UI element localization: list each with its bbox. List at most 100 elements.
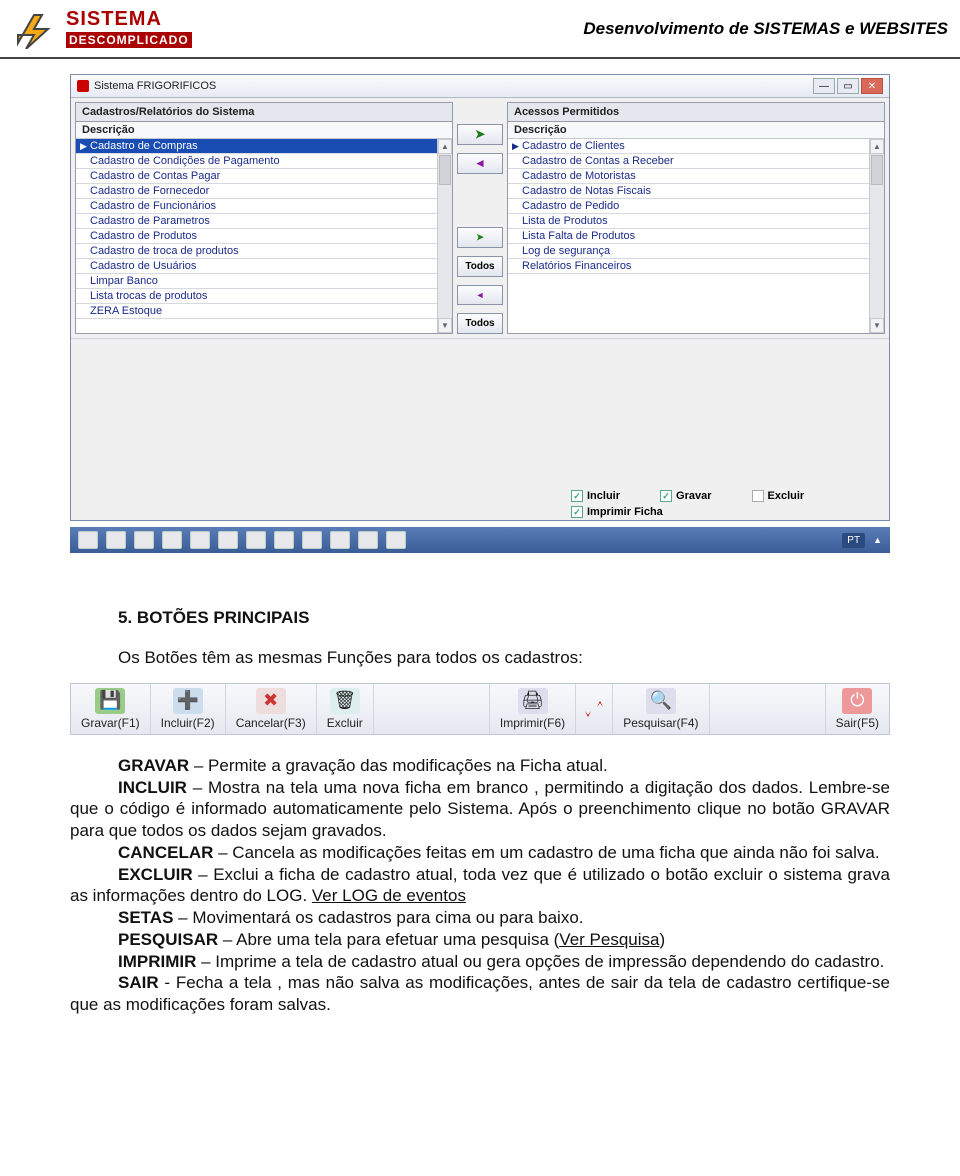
taskbar-icon[interactable] bbox=[78, 531, 98, 549]
list-item[interactable]: Lista de Produtos bbox=[508, 214, 869, 229]
list-item[interactable]: Limpar Banco bbox=[76, 274, 437, 289]
taskbar: PT ▲ bbox=[70, 527, 890, 553]
taskbar-icon[interactable] bbox=[106, 531, 126, 549]
check-excluir[interactable]: .Excluir bbox=[752, 490, 805, 502]
left-panel: Cadastros/Relatórios do Sistema Descriçã… bbox=[75, 102, 453, 334]
taskbar-icon[interactable] bbox=[358, 531, 378, 549]
logo-text: SISTEMA DESCOMPLICADO bbox=[66, 8, 192, 49]
app-icon bbox=[77, 80, 89, 92]
list-item[interactable]: Cadastro de Notas Fiscais bbox=[508, 184, 869, 199]
toolbar-excluir[interactable]: 🗑Excluir bbox=[317, 684, 374, 734]
button-toolbar: 💾Gravar(F1) ➕Incluir(F2) ✖Cancelar(F3) 🗑… bbox=[70, 683, 890, 735]
label-excluir: EXCLUIR bbox=[118, 865, 193, 884]
label-gravar: GRAVAR bbox=[118, 756, 189, 775]
toolbar-cancelar[interactable]: ✖Cancelar(F3) bbox=[226, 684, 317, 734]
logo-icon bbox=[12, 9, 60, 49]
toolbar-arrows[interactable] bbox=[576, 684, 613, 734]
list-item[interactable]: Log de segurança bbox=[508, 244, 869, 259]
link-log[interactable]: Ver LOG de eventos bbox=[312, 886, 466, 905]
section-heading: BOTÕES PRINCIPAIS bbox=[137, 608, 310, 627]
scroll-up-icon[interactable]: ▲ bbox=[870, 139, 884, 154]
remove-all-button[interactable]: ◄ bbox=[457, 285, 503, 306]
toolbar-sair[interactable]: ⏻Sair(F5) bbox=[826, 684, 889, 734]
list-item[interactable]: Cadastro de Fornecedor bbox=[76, 184, 437, 199]
list-item[interactable]: ▶Cadastro de Compras bbox=[76, 139, 437, 154]
taskbar-icon[interactable] bbox=[246, 531, 266, 549]
toolbar-excluir-label: Excluir bbox=[327, 716, 363, 730]
titlebar: Sistema FRIGORIFICOS — ▭ ✕ bbox=[71, 75, 889, 98]
toolbar-sair-label: Sair(F5) bbox=[836, 716, 879, 730]
taskbar-icon[interactable] bbox=[162, 531, 182, 549]
text-incluir: – Mostra na tela uma nova ficha em branc… bbox=[70, 778, 890, 841]
list-item[interactable]: Cadastro de Contas Pagar bbox=[76, 169, 437, 184]
list-item[interactable]: Lista Falta de Produtos bbox=[508, 229, 869, 244]
text-cancelar: – Cancela as modificações feitas em um c… bbox=[213, 843, 879, 862]
list-item[interactable]: ZERA Estoque bbox=[76, 304, 437, 319]
text-setas: – Movimentará os cadastros para cima ou … bbox=[173, 908, 583, 927]
list-item[interactable]: ▶Cadastro de Clientes bbox=[508, 139, 869, 154]
permission-checks: ✓Incluir ✓Gravar .Excluir bbox=[71, 488, 889, 504]
taskbar-icon[interactable] bbox=[386, 531, 406, 549]
toolbar-incluir-label: Incluir(F2) bbox=[161, 716, 215, 730]
header-title: Desenvolvimento de SISTEMAS e WEBSITES bbox=[583, 19, 948, 39]
list-item[interactable]: Cadastro de Parametros bbox=[76, 214, 437, 229]
check-incluir[interactable]: ✓Incluir bbox=[571, 490, 620, 502]
scroll-up-icon[interactable]: ▲ bbox=[438, 139, 452, 154]
list-item[interactable]: Cadastro de Condições de Pagamento bbox=[76, 154, 437, 169]
check-excluir-label: Excluir bbox=[768, 490, 805, 502]
list-item[interactable]: Cadastro de Motoristas bbox=[508, 169, 869, 184]
label-imprimir: IMPRIMIR bbox=[118, 952, 196, 971]
intro-text: Os Botões têm as mesmas Funções para tod… bbox=[118, 647, 890, 669]
list-item[interactable]: Relatórios Financeiros bbox=[508, 259, 869, 274]
remove-button[interactable]: ◄ bbox=[457, 153, 503, 174]
right-column-header: Descrição bbox=[508, 122, 884, 139]
add-all-button[interactable]: ➤ bbox=[457, 227, 503, 248]
todos-add-button[interactable]: Todos bbox=[457, 256, 503, 277]
list-item[interactable]: Cadastro de Contas a Receber bbox=[508, 154, 869, 169]
check-gravar[interactable]: ✓Gravar bbox=[660, 490, 711, 502]
label-pesquisar: PESQUISAR bbox=[118, 930, 218, 949]
text-gravar: – Permite a gravação das modificações na… bbox=[189, 756, 608, 775]
left-list[interactable]: ▶Cadastro de ComprasCadastro de Condiçõe… bbox=[76, 139, 437, 333]
check-imprimir[interactable]: ✓Imprimir Ficha bbox=[571, 506, 663, 518]
page-header: SISTEMA DESCOMPLICADO Desenvolvimento de… bbox=[0, 0, 960, 59]
close-button[interactable]: ✕ bbox=[861, 78, 883, 94]
scroll-thumb[interactable] bbox=[871, 155, 883, 185]
arrow-down-icon bbox=[584, 695, 592, 723]
scroll-down-icon[interactable]: ▼ bbox=[870, 318, 884, 333]
toolbar-pesquisar[interactable]: 🔍Pesquisar(F4) bbox=[613, 684, 709, 734]
right-list[interactable]: ▶Cadastro de ClientesCadastro de Contas … bbox=[508, 139, 869, 333]
list-item[interactable]: Cadastro de troca de produtos bbox=[76, 244, 437, 259]
taskbar-icon[interactable] bbox=[330, 531, 350, 549]
taskbar-lang[interactable]: PT bbox=[842, 533, 865, 548]
taskbar-icon[interactable] bbox=[274, 531, 294, 549]
list-item[interactable]: Cadastro de Funcionários bbox=[76, 199, 437, 214]
taskbar-icon[interactable] bbox=[218, 531, 238, 549]
document-body: 5. BOTÕES PRINCIPAIS Os Botões têm as me… bbox=[0, 553, 960, 1076]
link-pesquisa[interactable]: Ver Pesquisa bbox=[559, 930, 659, 949]
toolbar-incluir[interactable]: ➕Incluir(F2) bbox=[151, 684, 226, 734]
list-item[interactable]: Cadastro de Produtos bbox=[76, 229, 437, 244]
taskbar-icon[interactable] bbox=[302, 531, 322, 549]
logo-line1: SISTEMA bbox=[66, 8, 192, 31]
text-imprimir: – Imprime a tela de cadastro atual ou ge… bbox=[196, 952, 884, 971]
right-scrollbar[interactable]: ▲ ▼ bbox=[869, 139, 884, 333]
minimize-button[interactable]: — bbox=[813, 78, 835, 94]
text-sair: - Fecha a tela , mas não salva as modifi… bbox=[70, 973, 890, 1014]
taskbar-icon[interactable] bbox=[134, 531, 154, 549]
scroll-thumb[interactable] bbox=[439, 155, 451, 185]
list-item[interactable]: Cadastro de Pedido bbox=[508, 199, 869, 214]
app-window: Sistema FRIGORIFICOS — ▭ ✕ Cadastros/Rel… bbox=[70, 74, 890, 521]
toolbar-gravar[interactable]: 💾Gravar(F1) bbox=[71, 684, 151, 734]
scroll-down-icon[interactable]: ▼ bbox=[438, 318, 452, 333]
list-item[interactable]: Cadastro de Usuários bbox=[76, 259, 437, 274]
toolbar-imprimir[interactable]: 🖨Imprimir(F6) bbox=[490, 684, 576, 734]
taskbar-icon[interactable] bbox=[190, 531, 210, 549]
maximize-button[interactable]: ▭ bbox=[837, 78, 859, 94]
add-button[interactable]: ➤ bbox=[457, 124, 503, 145]
toolbar-imprimir-label: Imprimir(F6) bbox=[500, 716, 565, 730]
left-scrollbar[interactable]: ▲ ▼ bbox=[437, 139, 452, 333]
todos-remove-button[interactable]: Todos bbox=[457, 313, 503, 334]
list-item[interactable]: Lista trocas de produtos bbox=[76, 289, 437, 304]
section-title: 5. BOTÕES PRINCIPAIS bbox=[118, 607, 890, 629]
